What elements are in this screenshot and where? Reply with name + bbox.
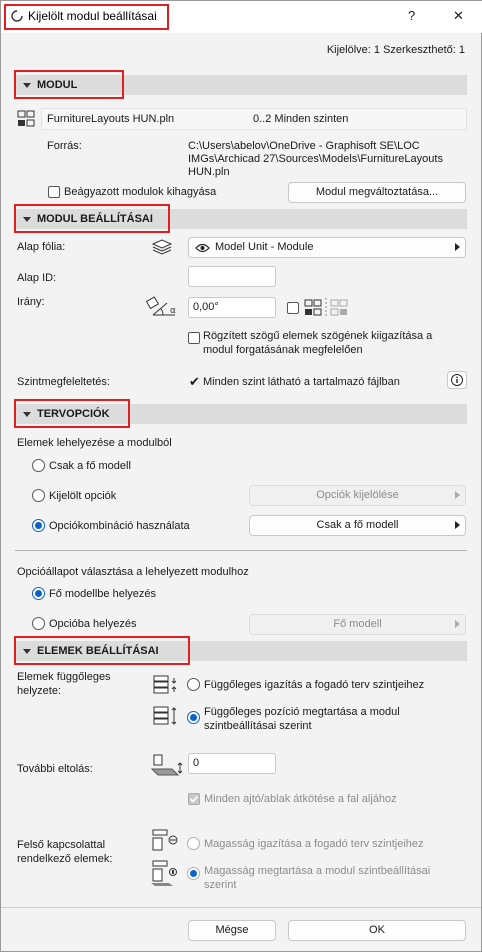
into-option-button: Fő modell bbox=[249, 614, 466, 635]
base-id-input[interactable] bbox=[188, 266, 276, 287]
story-matching-label: Szintmegfeleltetés: bbox=[17, 376, 110, 388]
chevron-right-icon bbox=[455, 491, 460, 499]
module-file-icon bbox=[17, 109, 37, 129]
offset-label: További eltolás: bbox=[17, 763, 93, 775]
radio-selected-options-label: Kijelölt opciók bbox=[49, 490, 117, 502]
radio-vertical-align-label: Függőleges igazítás a fogadó terv szintj… bbox=[204, 679, 425, 691]
vertical-position-label-line-2: helyzete: bbox=[17, 685, 62, 697]
base-layer-value: Model Unit - Module bbox=[215, 241, 314, 253]
chevron-right-icon bbox=[455, 521, 460, 529]
top-linked-label-line-2: rendelkező elemek: bbox=[17, 853, 113, 865]
radio-height-keep bbox=[187, 867, 200, 880]
chevron-right-icon bbox=[455, 620, 460, 628]
chevron-right-icon bbox=[455, 243, 460, 251]
checkmark-icon: ✔ bbox=[189, 374, 200, 389]
section-highlight-modul-settings bbox=[14, 204, 170, 233]
section-highlight-element-settings bbox=[14, 636, 190, 665]
radio-selected-options[interactable] bbox=[32, 489, 45, 502]
radio-height-keep-label-line-2: szerint bbox=[204, 879, 237, 891]
source-path-line-2: IMGs\Archicad 27\Sources\Models\Furnitur… bbox=[188, 153, 443, 165]
radio-main-only[interactable] bbox=[32, 459, 45, 472]
mirror-icon bbox=[304, 298, 350, 318]
help-button[interactable]: ? bbox=[408, 8, 415, 23]
ok-button[interactable]: OK bbox=[288, 920, 466, 941]
radio-into-option-label: Opcióba helyezés bbox=[49, 618, 137, 630]
placement-heading: Elemek lehelyezése a modulból bbox=[17, 437, 172, 449]
radio-main-only-label: Csak a fő modell bbox=[49, 460, 131, 472]
vertical-position-label-line-1: Elemek függőleges bbox=[17, 671, 111, 683]
height-adjust-icon bbox=[149, 828, 181, 854]
offset-input[interactable]: 0 bbox=[188, 753, 276, 774]
dialog-window: Kijelölt modul beállításai ? ✕ Kijelölve… bbox=[0, 0, 482, 952]
orientation-input[interactable]: 0,00° bbox=[188, 297, 276, 318]
section-highlight-modul bbox=[14, 70, 124, 99]
state-heading: Opcióállapot választása a lehelyezett mo… bbox=[17, 566, 249, 578]
footer-divider bbox=[1, 907, 481, 908]
offset-icon bbox=[148, 751, 184, 777]
close-button[interactable]: ✕ bbox=[453, 8, 464, 24]
radio-into-option[interactable] bbox=[32, 617, 45, 630]
radio-main-model-label: Fő modellbe helyezés bbox=[49, 588, 157, 600]
layer-stack-icon bbox=[151, 238, 173, 256]
vertical-keep-icon bbox=[152, 705, 180, 727]
selection-info: Kijelölve: 1 Szerkeszthető: 1 bbox=[326, 44, 465, 56]
radio-vertical-keep-label-line-1: Függőleges pozíció megtartása a modul bbox=[204, 706, 400, 718]
fixed-angle-label-line-2: modul forgatásának megfelelően bbox=[203, 344, 363, 356]
radio-vertical-align[interactable] bbox=[187, 678, 200, 691]
door-window-label: Minden ajtó/ablak átkötése a fal aljához bbox=[204, 793, 397, 805]
radio-option-combination[interactable] bbox=[32, 519, 45, 532]
door-window-checkbox bbox=[188, 793, 200, 805]
combination-dropdown[interactable]: Csak a fő modell bbox=[249, 515, 466, 536]
radio-main-model[interactable] bbox=[32, 587, 45, 600]
source-label: Forrás: bbox=[47, 140, 82, 152]
change-module-button[interactable]: Modul megváltoztatása... bbox=[288, 182, 466, 203]
plan-options-divider bbox=[15, 550, 467, 551]
svg-text:α: α bbox=[170, 306, 176, 316]
module-file-row: FurnitureLayouts HUN.pln 0..2 Minden szi… bbox=[41, 108, 467, 130]
title-highlight bbox=[4, 4, 169, 30]
base-id-label: Alap ID: bbox=[17, 272, 57, 284]
option-selection-button: Opciók kijelölése bbox=[249, 485, 466, 506]
module-file-stories: 0..2 Minden szinten bbox=[253, 113, 349, 125]
fixed-angle-checkbox[interactable] bbox=[188, 332, 200, 344]
rotation-angle-icon: α bbox=[145, 293, 179, 321]
source-path-line-3: HUN.pln bbox=[188, 166, 230, 178]
cancel-button[interactable]: Mégse bbox=[188, 920, 276, 941]
top-linked-label-line-1: Felső kapcsolattal bbox=[17, 839, 106, 851]
fixed-angle-label-line-1: Rögzített szögű elemek szögének kiigazít… bbox=[203, 330, 433, 342]
radio-height-adjust bbox=[187, 837, 200, 850]
section-highlight-plan-options bbox=[14, 399, 130, 428]
orientation-label: Irány: bbox=[17, 296, 45, 308]
radio-height-adjust-label: Magasság igazítása a fogadó terv szintje… bbox=[204, 838, 424, 850]
base-layer-label: Alap fólia: bbox=[17, 241, 66, 253]
base-layer-dropdown[interactable]: Model Unit - Module bbox=[188, 237, 466, 258]
radio-height-keep-label-line-1: Magasság megtartása a modul szintbeállít… bbox=[204, 865, 431, 877]
skip-nested-checkbox[interactable] bbox=[48, 186, 60, 198]
story-matching-value: Minden szint látható a tartalmazó fájlba… bbox=[203, 376, 400, 388]
vertical-align-icon bbox=[152, 674, 180, 696]
skip-nested-label: Beágyazott modulok kihagyása bbox=[64, 186, 217, 198]
module-file-name: FurnitureLayouts HUN.pln bbox=[47, 113, 175, 125]
height-keep-icon bbox=[149, 859, 181, 887]
radio-vertical-keep[interactable] bbox=[187, 711, 200, 724]
eye-icon bbox=[195, 243, 210, 253]
info-icon[interactable] bbox=[447, 371, 467, 389]
source-path-line-1: C:\Users\abelov\OneDrive - Graphisoft SE… bbox=[188, 140, 420, 152]
mirror-checkbox[interactable] bbox=[287, 302, 299, 314]
radio-vertical-keep-label-line-2: szintbeállításai szerint bbox=[204, 720, 312, 732]
radio-option-combination-label: Opciókombináció használata bbox=[49, 520, 190, 532]
